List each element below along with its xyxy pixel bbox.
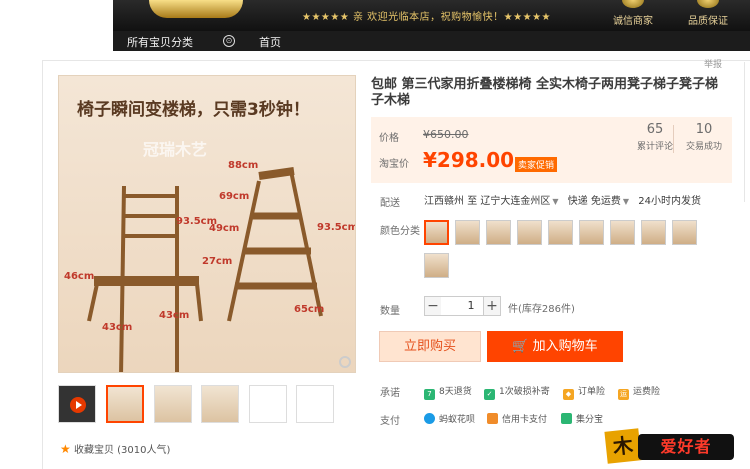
zoom-icon[interactable] [339,356,351,368]
color-option[interactable] [517,220,542,245]
crown-logo [149,0,243,18]
service-item[interactable]: 7 8天退货 [424,384,472,400]
integrity-icon [622,0,644,8]
favorite-link[interactable]: ★ 收藏宝贝 (3010人气) [60,441,170,456]
decrease-button[interactable]: − [424,296,442,316]
shop-banner: ★★★★★ 亲 欢迎光临本店，祝购物愉快！★★★★★ 诚信商家 品质保证 [113,0,750,31]
product-title: 包邮 第三代家用折叠楼梯椅 全实木椅子两用凳子梯子凳子梯子木梯 [371,77,719,108]
huabei-icon [424,413,435,424]
color-option[interactable] [455,220,480,245]
dimension-label: 43cm [159,310,190,321]
shop-navbar: 所有宝贝分类 ⊙ 首页 [113,31,750,51]
buy-now-button[interactable]: 立即购买 [379,331,481,362]
dimension-label: 27cm [202,256,233,267]
color-option[interactable] [641,220,666,245]
service-item[interactable]: ✓ 1次破损补寄 [484,384,550,400]
color-option[interactable] [548,220,573,245]
increase-button[interactable]: + [483,296,501,316]
sales-stat: 10 交易成功 [685,122,722,152]
stat-divider [673,125,674,153]
chevron-down-icon[interactable]: ▼ [623,197,629,206]
category-dropdown-icon[interactable]: ⊙ [223,35,235,47]
damage-compensation-icon: ✓ [484,389,495,400]
thumbnail[interactable] [296,385,334,423]
add-to-cart-button[interactable]: 🛒 加入购物车 [487,331,623,362]
jifenbao-icon [561,413,572,424]
nav-home[interactable]: 首页 [259,34,281,50]
main-product-image[interactable]: 椅子瞬间变楼梯，只需3秒钟！ 冠瑞木艺 88cm 69cm 49cm 93.5c… [58,75,356,373]
stock-text: 件(库存286件) [508,304,575,315]
dimension-label: 46cm [64,271,95,282]
current-price: ¥298.00 [423,148,515,172]
color-option[interactable] [424,220,449,245]
taobao-price-label: 淘宝价 [379,159,409,170]
panel-edge [744,62,750,202]
welcome-text: ★★★★★ 亲 欢迎光临本店，祝购物愉快！★★★★★ [302,12,552,23]
play-icon [70,397,86,413]
payment-item[interactable]: 集分宝 [561,412,603,425]
ship-from: 江西赣州 [424,196,464,207]
price-label: 价格 [379,133,399,144]
color-option[interactable] [610,220,635,245]
shipping-insurance-icon: 运 [618,389,629,400]
payment-item[interactable]: 信用卡支付 [487,412,547,425]
payment-item[interactable]: 蚂蚁花呗 [424,412,475,425]
thumbnail[interactable] [249,385,287,423]
cart-icon: 🛒 [512,339,529,354]
service-item[interactable]: 运运费险 [618,384,660,400]
shipping-fee[interactable]: 快递 免运费 [568,196,621,207]
chevron-down-icon[interactable]: ▼ [552,197,558,206]
delivery-info: 江西赣州 至 辽宁大连金州区 ▼ 快递 免运费 ▼ 24小时内发货 [424,196,701,207]
dimension-label: 43cm [102,322,133,333]
dimension-label: 88cm [228,160,259,171]
thumbnail-video[interactable] [58,385,96,423]
order-insurance-icon: ◆ [563,389,574,400]
color-options [424,220,724,280]
color-option[interactable] [672,220,697,245]
color-option[interactable] [486,220,511,245]
ship-time: 24小时内发货 [638,196,701,207]
quality-icon [697,0,719,8]
thumbnail-selected[interactable] [106,385,144,423]
badge-quality: 品质保证 [678,0,738,31]
delivery-label: 配送 [380,198,400,209]
thumbnail[interactable] [154,385,192,423]
color-label: 颜色分类 [380,226,420,237]
service-item[interactable]: ◆ 订单险 [563,384,605,400]
product-page: ★★★★★ 亲 欢迎光临本店，祝购物愉快！★★★★★ 诚信商家 品质保证 所有宝… [0,0,750,469]
return-7day-icon: 7 [424,389,435,400]
promo-tag: 卖家促销 [515,157,558,172]
original-price: ¥650.00 [423,128,469,141]
color-option[interactable] [579,220,604,245]
quantity-label: 数量 [380,306,400,317]
dimension-label: 93.5cm [317,222,356,233]
color-option[interactable] [424,253,449,278]
dimension-label: 69cm [219,191,250,202]
report-link[interactable]: 举报 [704,57,722,70]
star-icon: ★ [60,442,71,456]
dimension-label: 65cm [294,304,325,315]
promise-label: 承诺 [380,388,400,399]
price-box: 价格 ¥650.00 淘宝价 ¥298.00 卖家促销 65 累计评论 10 交… [371,117,732,183]
nav-all-categories[interactable]: 所有宝贝分类 [127,34,193,50]
dimension-label: 93.5cm [176,216,218,227]
thumbnail[interactable] [201,385,239,423]
payment-label: 支付 [380,416,400,427]
badge-integrity: 诚信商家 [603,0,663,31]
credit-card-icon [487,413,498,424]
ship-to-select[interactable]: 辽宁大连金州区 [480,196,550,207]
brand-logo: 木 爱好者 [604,428,738,464]
